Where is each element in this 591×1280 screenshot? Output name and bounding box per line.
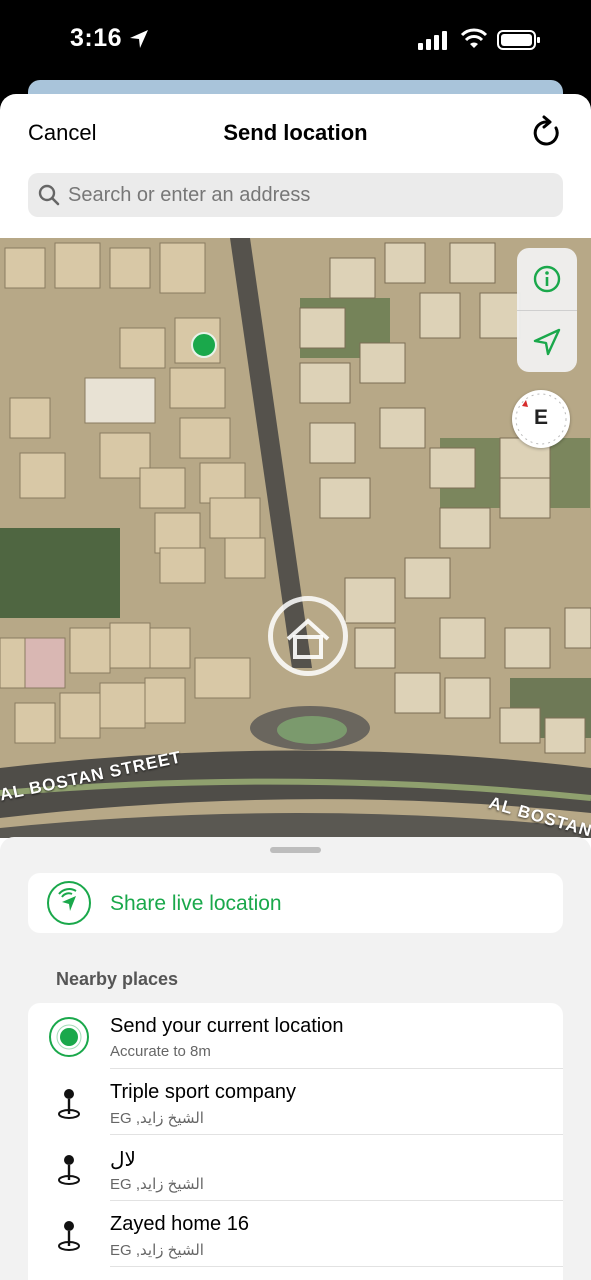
list-item-place[interactable]: Triple sport company EG ,الشيخ زايد xyxy=(28,1069,563,1135)
location-marker[interactable] xyxy=(191,332,217,358)
place-title: لال xyxy=(110,1149,136,1171)
place-title: Triple sport company xyxy=(110,1081,296,1103)
map-pin-icon xyxy=(58,1155,80,1185)
search-bar[interactable] xyxy=(28,173,563,217)
compass-button[interactable]: E xyxy=(512,390,570,448)
current-location-icon xyxy=(49,1017,89,1057)
map-info-button[interactable] xyxy=(517,248,577,310)
row-divider xyxy=(110,1266,563,1267)
page-title: Send location xyxy=(223,120,368,145)
location-arrow-icon xyxy=(130,30,148,48)
satellite-map[interactable]: AL BOSTAN STREET AL BOSTAN S xyxy=(0,238,591,838)
map-pin-icon xyxy=(58,1221,80,1251)
home-icon xyxy=(286,618,330,659)
share-live-location-label: Share live location xyxy=(110,892,282,915)
map-imagery xyxy=(0,238,591,838)
nearby-places-heading: Nearby places xyxy=(56,969,179,989)
nearby-places-list: Send your current location Accurate to 8… xyxy=(28,1003,563,1280)
place-subtitle: EG ,الشيخ زايد xyxy=(110,1176,204,1193)
bottom-panel: Share live location Nearby places Send y… xyxy=(0,837,591,1280)
live-location-icon xyxy=(47,881,91,925)
search-icon xyxy=(38,184,60,206)
list-item-current-location[interactable]: Send your current location Accurate to 8… xyxy=(28,1003,563,1069)
wifi-icon xyxy=(460,28,488,48)
place-subtitle: EG ,الشيخ زايد xyxy=(110,1110,204,1127)
compass-heading: E xyxy=(533,406,548,429)
refresh-icon[interactable] xyxy=(530,114,564,152)
place-title: Send your current location xyxy=(110,1015,344,1037)
nav-bar: Cancel Send location xyxy=(0,94,591,174)
share-live-location-button[interactable]: Share live location xyxy=(28,873,563,933)
list-item-place[interactable]: لال EG ,الشيخ زايد xyxy=(28,1135,563,1201)
status-time: 3:16 xyxy=(70,24,123,52)
search-input[interactable] xyxy=(68,173,548,217)
cellular-signal-icon xyxy=(418,31,447,50)
list-item-place[interactable]: Zayed home 16 EG ,الشيخ زايد xyxy=(28,1201,563,1267)
send-location-sheet: Cancel Send location Search or enter an … xyxy=(0,94,591,1280)
place-subtitle: EG ,الشيخ زايد xyxy=(110,1242,204,1259)
map-controls xyxy=(517,248,577,372)
battery-icon xyxy=(497,30,540,50)
info-icon xyxy=(533,265,561,293)
place-title: Zayed home 16 xyxy=(110,1213,249,1235)
home-pin-icon[interactable] xyxy=(268,596,348,676)
navigation-arrow-icon xyxy=(533,328,561,356)
map-pin-icon xyxy=(58,1089,80,1119)
place-subtitle: Accurate to 8m xyxy=(110,1043,211,1060)
sheet-grabber[interactable] xyxy=(270,847,321,853)
status-bar: 3:16 xyxy=(0,0,591,82)
recenter-button[interactable] xyxy=(517,311,577,372)
